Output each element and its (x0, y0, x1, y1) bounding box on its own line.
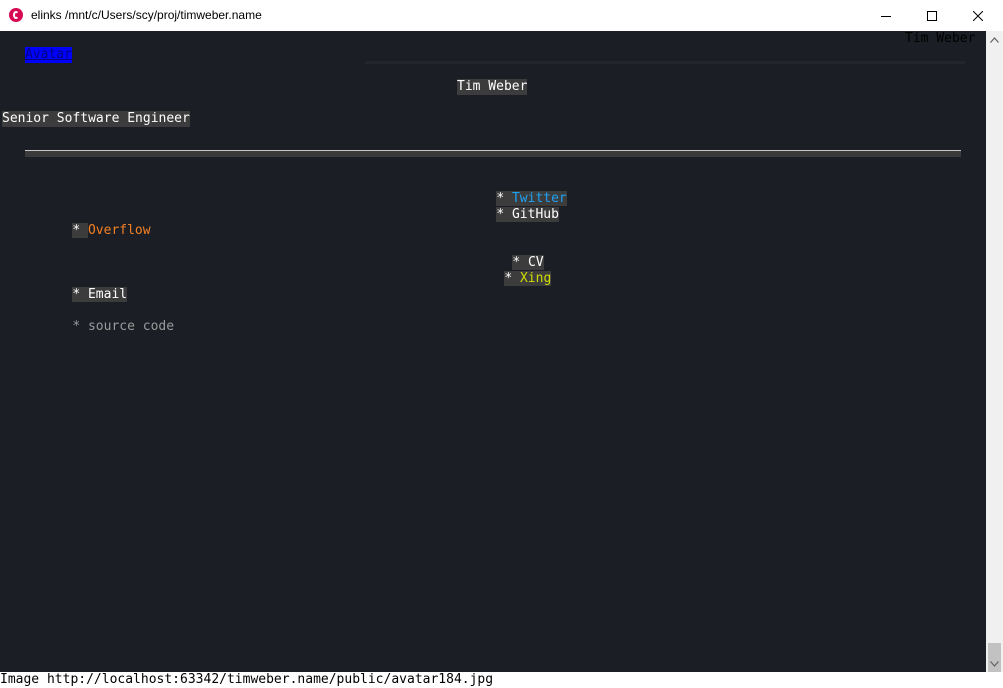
window-title: elinks /mnt/c/Users/scy/proj/timweber.na… (31, 8, 262, 22)
close-icon (973, 10, 983, 21)
list-item-source: * source code (41, 303, 174, 351)
window-titlebar: elinks /mnt/c/Users/scy/proj/timweber.na… (0, 0, 1003, 31)
close-button[interactable] (955, 0, 1001, 31)
minimize-icon (881, 15, 891, 17)
chevron-up-icon (990, 36, 999, 43)
source-code-link[interactable]: source code (88, 319, 174, 334)
github-link[interactable]: GitHub (511, 207, 559, 222)
bullet: * (504, 271, 520, 286)
scroll-down-button[interactable] (986, 655, 1003, 672)
page-name: Tim Weber (457, 79, 528, 95)
chevron-down-icon (990, 660, 999, 667)
list-item-github: * GitHub (465, 191, 559, 239)
xing-link[interactable]: Xing (519, 271, 552, 286)
horizontal-rule (25, 150, 961, 157)
maximize-button[interactable] (909, 0, 955, 31)
bullet: * (72, 287, 88, 302)
bullet: * (72, 223, 88, 238)
email-link[interactable]: Email (87, 287, 128, 302)
bullet: * (72, 319, 88, 334)
debian-swirl-icon (9, 8, 23, 22)
vertical-scrollbar[interactable] (986, 31, 1003, 673)
list-item-xing: * Xing (473, 255, 552, 303)
maximize-icon (927, 10, 937, 21)
bullet: * (496, 207, 512, 222)
page-subtitle: Senior Software Engineer (2, 111, 190, 127)
scroll-up-button[interactable] (986, 31, 1003, 48)
avatar-link[interactable]: Avatar (25, 47, 72, 63)
header-page-title: Tim Weber (905, 31, 976, 46)
overflow-link[interactable]: Overflow (88, 223, 151, 238)
status-bar: Image http://localhost:63342/timweber.na… (0, 672, 1003, 688)
minimize-button[interactable] (863, 0, 909, 31)
list-item-overflow: * Overflow (41, 207, 151, 255)
ghost-layer (365, 61, 965, 64)
terminal-viewport[interactable]: Tim Weber Avatar Tim Weber Senior Softwa… (0, 31, 986, 672)
